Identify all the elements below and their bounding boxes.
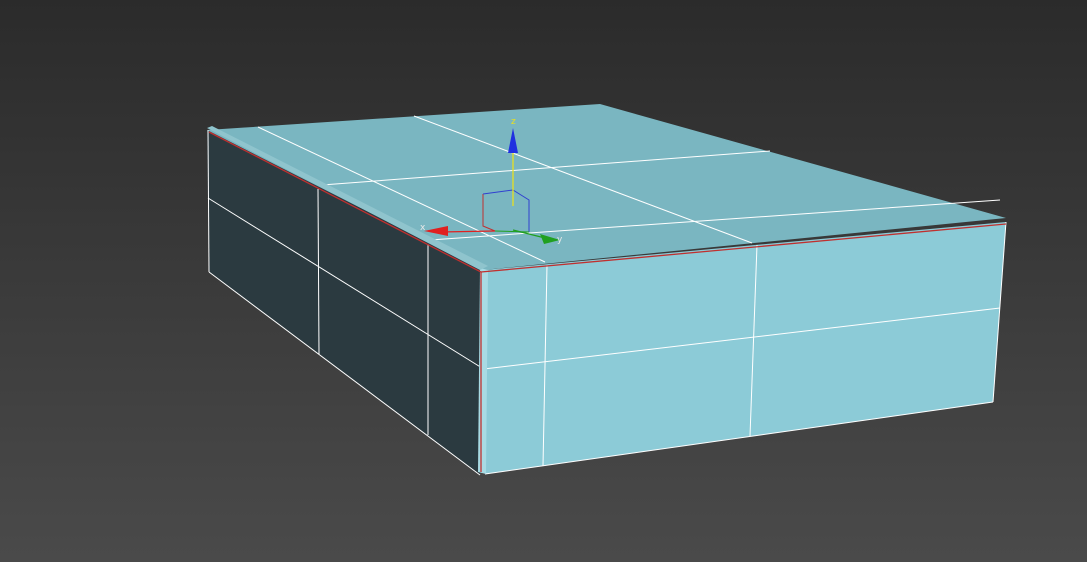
3d-viewport[interactable]: z x y <box>0 0 1087 562</box>
gizmo-x-label: x <box>420 223 426 233</box>
viewport-canvas[interactable]: z x y <box>0 0 1087 562</box>
gizmo-z-label: z <box>511 117 516 127</box>
gizmo-y-label: y <box>557 235 563 245</box>
